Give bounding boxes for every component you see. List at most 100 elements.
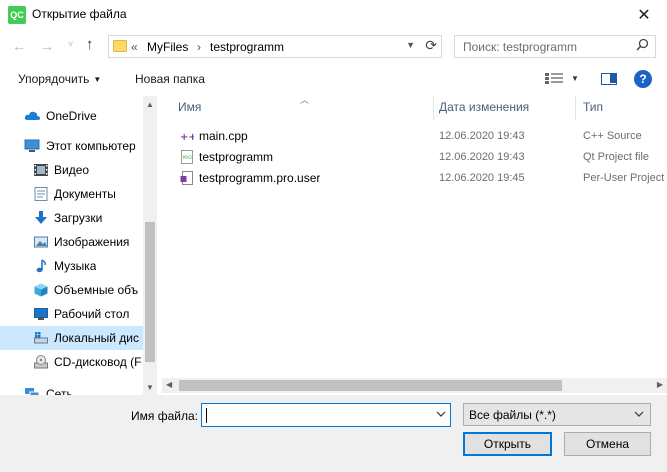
column-divider[interactable]	[575, 96, 576, 120]
refresh-icon[interactable]: ⟳	[425, 37, 437, 54]
open-button[interactable]: Открыть	[463, 432, 552, 456]
address-dropdown-icon[interactable]: ▼	[406, 40, 415, 50]
nav-item-onedrive[interactable]: OneDrive	[0, 104, 143, 128]
nav-item-label: Изображения	[54, 235, 130, 249]
filename-label: Имя файла:	[131, 409, 198, 423]
nav-item-label: Документы	[54, 187, 116, 201]
folder-icon	[113, 40, 127, 52]
title-bar: QC Открытие файла ✕	[0, 0, 667, 30]
chevron-down-icon[interactable]	[436, 409, 446, 419]
cloud-icon	[24, 109, 40, 123]
file-name: testprogramm	[199, 150, 274, 164]
file-name: testprogramm.pro.user	[199, 171, 321, 185]
scrollbar-thumb[interactable]	[179, 380, 562, 391]
navigation-pane: OneDrive Этот компьютер Видео Документы …	[0, 96, 157, 396]
nav-item-label: CD-дисковод (F	[54, 355, 142, 369]
cancel-button[interactable]: Отмена	[564, 432, 651, 456]
filename-input[interactable]	[201, 403, 451, 427]
breadcrumb-separator-icon[interactable]: ›	[197, 40, 201, 54]
nav-item-this-pc[interactable]: Этот компьютер	[0, 134, 143, 158]
video-icon	[34, 163, 50, 177]
desktop-icon	[34, 307, 50, 321]
view-options-icon[interactable]	[545, 72, 565, 88]
file-date: 12.06.2020 19:45	[439, 172, 525, 184]
scroll-left-icon[interactable]: ◀	[166, 380, 172, 389]
nav-item-desktop[interactable]: Рабочий стол	[0, 302, 143, 326]
file-list: ︿ Имя Дата изменения Тип ++ main.cpp 12.…	[162, 96, 667, 378]
file-type-filter-select[interactable]: Все файлы (*.*)	[463, 403, 651, 426]
nav-item-label: Загрузки	[54, 211, 103, 225]
computer-icon	[24, 139, 40, 153]
nav-item-music[interactable]: Музыка	[0, 254, 143, 278]
file-row[interactable]: testprogramm.pro.user 12.06.2020 19:45 P…	[162, 168, 667, 189]
forward-arrow-icon[interactable]: →	[40, 38, 54, 54]
close-button[interactable]: ✕	[621, 0, 667, 30]
nav-item-label: Этот компьютер	[46, 139, 136, 153]
recent-locations-dropdown-icon[interactable]: ˅	[68, 39, 73, 49]
scroll-down-icon[interactable]: ▼	[146, 383, 154, 392]
svg-text:++: ++	[180, 132, 194, 143]
back-arrow-icon[interactable]: ←	[12, 38, 26, 54]
column-divider[interactable]	[433, 96, 434, 120]
nav-item-documents[interactable]: Документы	[0, 182, 143, 206]
column-header-date[interactable]: Дата изменения	[439, 100, 529, 114]
chevron-down-icon: ▼	[93, 75, 102, 84]
user-file-icon	[180, 171, 194, 185]
scroll-up-icon[interactable]: ▲	[146, 100, 154, 109]
chevron-down-icon	[634, 409, 644, 419]
navigation-pane-scrollbar[interactable]: ▲ ▼	[143, 96, 157, 396]
breadcrumb-myfiles[interactable]: MyFiles	[147, 40, 188, 54]
nav-item-video[interactable]: Видео	[0, 158, 143, 182]
file-type: C++ Source	[583, 130, 642, 142]
cd-drive-icon	[34, 355, 50, 369]
column-header-type[interactable]: Тип	[583, 100, 603, 114]
pictures-icon	[34, 235, 50, 249]
scrollbar-thumb[interactable]	[145, 222, 155, 362]
organize-button[interactable]: Упорядочить ▼	[18, 72, 101, 86]
nav-item-3d-objects[interactable]: Объемные объ	[0, 278, 143, 302]
nav-item-label: Видео	[54, 163, 90, 177]
3d-objects-icon	[34, 283, 50, 297]
nav-item-label: Музыка	[54, 259, 97, 273]
scroll-right-icon[interactable]: ▶	[657, 380, 663, 389]
nav-item-pictures[interactable]: Изображения	[0, 230, 143, 254]
nav-item-label: OneDrive	[46, 109, 97, 123]
command-bar: Упорядочить ▼ Новая папка ▼ ?	[0, 64, 667, 94]
column-header-name[interactable]: Имя	[178, 100, 201, 114]
window-title: Открытие файла	[32, 7, 127, 21]
help-icon[interactable]: ?	[634, 70, 652, 88]
up-folder-arrow-icon[interactable]: ↑	[86, 36, 94, 53]
nav-item-network[interactable]: Сеть	[0, 382, 143, 396]
search-box[interactable]: Поиск: testprogramm	[454, 35, 656, 58]
qt-creator-icon: QC	[8, 6, 26, 24]
new-folder-button[interactable]: Новая папка	[135, 72, 205, 86]
text-caret	[206, 408, 207, 423]
address-overflow[interactable]: «	[131, 40, 138, 54]
address-bar[interactable]: « MyFiles › testprogramm ▼ ⟳	[108, 35, 442, 58]
pro-file-icon: PRO	[180, 150, 194, 164]
sort-ascending-icon: ︿	[300, 96, 310, 105]
organize-label: Упорядочить	[18, 72, 90, 86]
breadcrumb-testprogramm[interactable]: testprogramm	[210, 40, 284, 54]
file-type: Qt Project file	[583, 151, 650, 163]
file-row[interactable]: PRO testprogramm 12.06.2020 19:43 Qt Pro…	[162, 147, 667, 168]
music-icon	[34, 259, 50, 273]
file-type: Per-User Project	[583, 172, 665, 184]
search-input[interactable]: Поиск: testprogramm	[463, 40, 577, 54]
file-row[interactable]: ++ main.cpp 12.06.2020 19:43 C++ Source	[162, 126, 667, 147]
preview-pane-icon[interactable]	[601, 73, 617, 85]
search-icon[interactable]	[636, 38, 649, 54]
nav-item-label: Объемные объ	[54, 283, 139, 297]
documents-icon	[34, 187, 50, 201]
view-dropdown-icon[interactable]: ▼	[571, 74, 579, 83]
nav-item-local-disk[interactable]: Локальный дис	[0, 326, 143, 350]
local-disk-icon	[34, 331, 50, 345]
file-name: main.cpp	[199, 129, 248, 143]
nav-item-cd-drive[interactable]: CD-дисковод (F	[0, 350, 143, 374]
nav-item-downloads[interactable]: Загрузки	[0, 206, 143, 230]
nav-item-label: Рабочий стол	[54, 307, 130, 321]
file-list-horizontal-scrollbar[interactable]: ◀ ▶	[162, 378, 667, 393]
file-type-filter-value: Все файлы (*.*)	[469, 408, 556, 422]
nav-item-label: Локальный дис	[54, 331, 139, 345]
navigation-bar: ← → ˅ ↑ « MyFiles › testprogramm ▼ ⟳ Пои…	[0, 30, 667, 64]
